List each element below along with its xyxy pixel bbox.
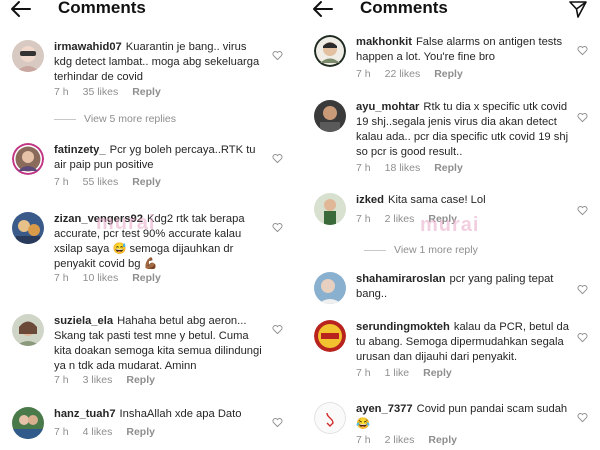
timestamp: 7 h xyxy=(356,162,371,174)
heart-icon[interactable] xyxy=(577,45,588,56)
heart-icon[interactable] xyxy=(272,324,283,335)
comment-meta: 7 h 10 likes Reply xyxy=(54,272,175,284)
heart-icon[interactable] xyxy=(272,417,283,428)
username[interactable]: irmawahid07 xyxy=(54,41,122,53)
back-arrow-icon[interactable] xyxy=(10,0,32,18)
comment-item: makhonkit False alarms on antigen tests h… xyxy=(302,35,600,83)
reply-button[interactable]: Reply xyxy=(132,272,161,284)
username[interactable]: hanz_tuah7 xyxy=(54,408,116,420)
comment-item: shahamiraroslan pcr yang paling tepat ban… xyxy=(302,272,600,308)
comment-meta: 7 h 2 likes Reply xyxy=(356,434,471,446)
top-bar: Comments xyxy=(302,0,600,22)
timestamp: 7 h xyxy=(356,68,371,80)
likes-count[interactable]: 3 likes xyxy=(83,374,113,386)
avatar[interactable] xyxy=(12,314,44,346)
comment-meta: 7 h 3 likes Reply xyxy=(54,374,169,386)
timestamp: 7 h xyxy=(356,367,371,379)
username[interactable]: fatinzety_ xyxy=(54,144,106,156)
likes-count[interactable]: 10 likes xyxy=(83,272,119,284)
timestamp: 7 h xyxy=(54,374,69,386)
timestamp: 7 h xyxy=(54,86,69,98)
comment-meta: 7 h 4 likes Reply xyxy=(54,426,169,438)
panel-divider xyxy=(295,0,302,450)
heart-icon[interactable] xyxy=(272,50,283,61)
heart-icon[interactable] xyxy=(577,412,588,423)
heart-icon[interactable] xyxy=(272,153,283,164)
avatar[interactable] xyxy=(314,272,346,304)
avatar[interactable] xyxy=(12,40,44,72)
username[interactable]: makhonkit xyxy=(356,36,412,48)
username[interactable]: serundingmokteh xyxy=(356,321,450,333)
comments-panel-right: Comments makhonkit False alarms on antige… xyxy=(302,0,600,450)
avatar[interactable] xyxy=(314,100,346,132)
avatar[interactable] xyxy=(12,407,44,439)
reply-button[interactable]: Reply xyxy=(428,434,457,446)
comment-item: fatinzety_ Pcr yg boleh percaya..RTK tu a… xyxy=(0,143,295,191)
comment-meta: 7 h 22 likes Reply xyxy=(356,68,477,80)
avatar[interactable] xyxy=(314,35,346,67)
reply-button[interactable]: Reply xyxy=(132,86,161,98)
view-more-replies[interactable]: View 1 more reply xyxy=(364,244,478,256)
heart-icon[interactable] xyxy=(272,222,283,233)
username[interactable]: ayu_mohtar xyxy=(356,101,419,113)
page-title: Comments xyxy=(58,0,146,17)
avatar[interactable] xyxy=(12,212,44,244)
likes-count[interactable]: 22 likes xyxy=(385,68,421,80)
likes-count[interactable]: 4 likes xyxy=(83,426,113,438)
reply-button[interactable]: Reply xyxy=(423,367,452,379)
reply-button[interactable]: Reply xyxy=(434,68,463,80)
username[interactable]: suziela_ela xyxy=(54,315,113,327)
username[interactable]: izked xyxy=(356,194,384,206)
avatar[interactable] xyxy=(12,143,44,175)
watermark: murai xyxy=(420,214,480,236)
reply-button[interactable]: Reply xyxy=(434,162,463,174)
likes-count[interactable]: 1 like xyxy=(385,367,410,379)
timestamp: 7 h xyxy=(54,426,69,438)
back-arrow-icon[interactable] xyxy=(312,0,334,18)
username[interactable]: ayen_7377 xyxy=(356,403,413,415)
heart-icon[interactable] xyxy=(577,205,588,216)
comment-text: Kita sama case! Lol xyxy=(387,194,486,206)
reply-button[interactable]: Reply xyxy=(126,426,155,438)
divider-line xyxy=(54,118,76,120)
comment-meta: 7 h 35 likes Reply xyxy=(54,86,175,98)
comment-item: irmawahid07 Kuarantin je bang.. virus kdg… xyxy=(0,40,295,100)
watermark: murai xyxy=(96,212,156,234)
likes-count[interactable]: 35 likes xyxy=(83,86,119,98)
comment-item: serundingmokteh kalau da PCR, betul da tu… xyxy=(302,320,600,380)
heart-icon[interactable] xyxy=(577,332,588,343)
timestamp: 7 h xyxy=(54,176,69,188)
comment-item: hanz_tuah7 InshaAllah xde apa Dato 7 h 4 l… xyxy=(0,407,295,445)
send-icon[interactable] xyxy=(568,0,588,18)
username[interactable]: shahamiraroslan xyxy=(356,273,446,285)
top-bar: Comments xyxy=(0,0,295,22)
avatar[interactable] xyxy=(314,402,346,434)
comment-meta: 7 h 18 likes Reply xyxy=(356,162,477,174)
reply-button[interactable]: Reply xyxy=(126,374,155,386)
likes-count[interactable]: 2 likes xyxy=(385,213,415,225)
timestamp: 7 h xyxy=(356,434,371,446)
heart-icon[interactable] xyxy=(577,284,588,295)
comments-panel-left: Comments irmawahid07 Kuarantin je bang.. … xyxy=(0,0,295,450)
comment-meta: 7 h 1 like Reply xyxy=(356,367,466,379)
timestamp: 7 h xyxy=(54,272,69,284)
comment-meta: 7 h 55 likes Reply xyxy=(54,176,175,188)
timestamp: 7 h xyxy=(356,213,371,225)
likes-count[interactable]: 2 likes xyxy=(385,434,415,446)
comment-item: suziela_ela Hahaha betul abg aeron... Ska… xyxy=(0,314,295,390)
view-more-replies[interactable]: View 5 more replies xyxy=(54,113,176,125)
reply-button[interactable]: Reply xyxy=(132,176,161,188)
page-title: Comments xyxy=(360,0,448,17)
likes-count[interactable]: 55 likes xyxy=(83,176,119,188)
avatar[interactable] xyxy=(314,320,346,352)
comment-text: InshaAllah xde apa Dato xyxy=(119,408,242,420)
comment-item: ayu_mohtar Rtk tu dia x specific utk covi… xyxy=(302,100,600,176)
divider-line xyxy=(364,249,386,251)
avatar[interactable] xyxy=(314,193,346,225)
comment-item: ayen_7377 Covid pun pandai scam sudah😂 7 … xyxy=(302,402,600,446)
heart-icon[interactable] xyxy=(577,112,588,123)
likes-count[interactable]: 18 likes xyxy=(385,162,421,174)
